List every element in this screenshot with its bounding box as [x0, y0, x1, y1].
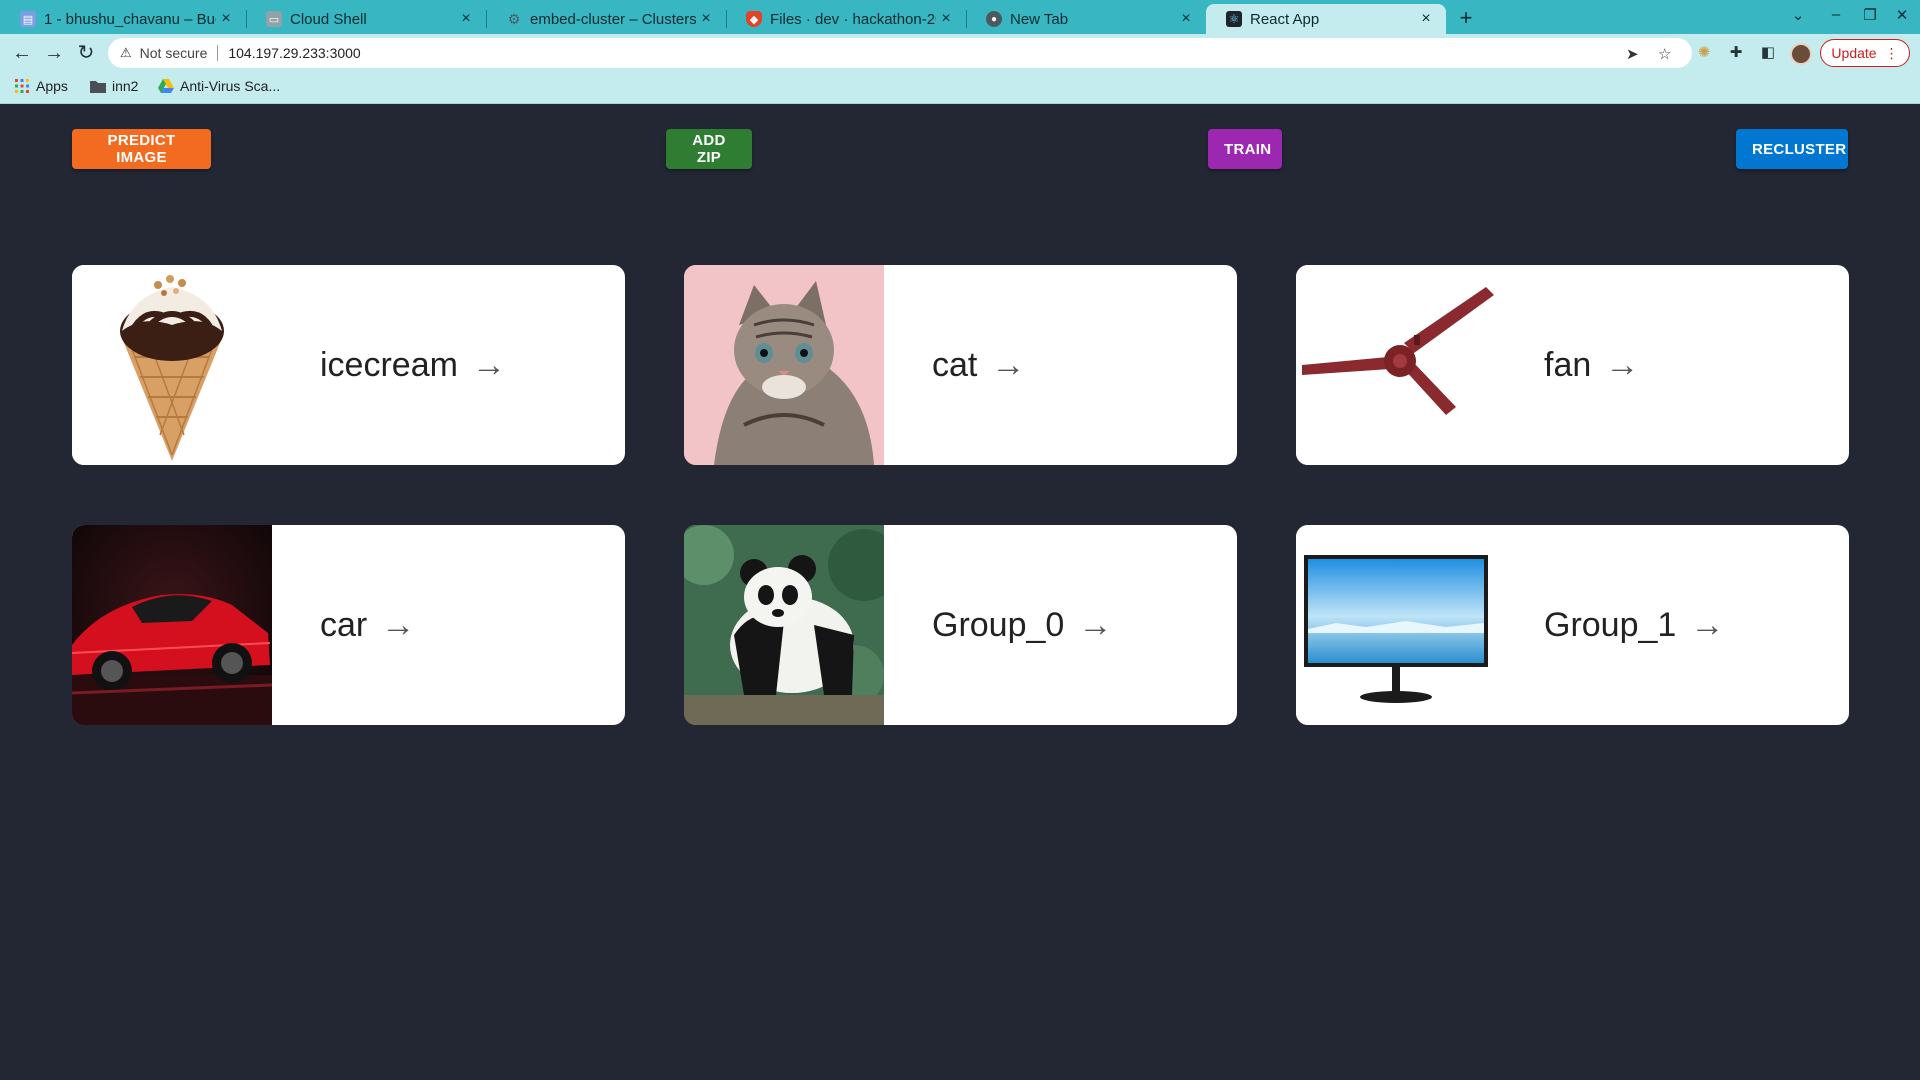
- add-zip-button[interactable]: ADD ZIP: [666, 129, 752, 169]
- tab-cloud-shell[interactable]: ▭ Cloud Shell ×: [246, 4, 486, 34]
- gitlab-icon: ◆: [746, 11, 762, 27]
- cluster-name: fan: [1544, 345, 1592, 384]
- tab-gitlab-files[interactable]: ◆ Files · dev · hackathon-20 ×: [726, 4, 966, 34]
- reload-icon[interactable]: ↻: [74, 41, 98, 65]
- arrow-right-icon: →: [381, 605, 416, 644]
- minimize-icon[interactable]: –: [1822, 6, 1850, 23]
- cluster-card-icecream[interactable]: icecream →: [72, 265, 625, 465]
- close-icon[interactable]: ×: [456, 10, 476, 28]
- browser-tab-strip: ▤ 1 - bhushu_chavanu – Buc × ▭ Cloud She…: [0, 0, 1920, 34]
- cluster-name: Group_0: [932, 605, 1065, 644]
- forward-icon[interactable]: →: [42, 41, 66, 65]
- monitor-image: [1296, 525, 1496, 725]
- train-button[interactable]: TRAIN: [1208, 129, 1282, 169]
- warning-icon[interactable]: ⚠: [120, 45, 132, 61]
- restore-icon[interactable]: ❐: [1856, 6, 1884, 24]
- close-icon[interactable]: ×: [1416, 10, 1436, 28]
- bookmark-label: Apps: [36, 78, 68, 94]
- bookmark-label: Anti-Virus Sca...: [180, 78, 281, 94]
- cluster-label: icecream →: [320, 346, 506, 385]
- icecream-image: [72, 265, 272, 465]
- tab-title: React App: [1250, 10, 1320, 28]
- cluster-name: cat: [932, 345, 978, 384]
- google-drive-icon: [158, 78, 174, 94]
- tab-title: New Tab: [1010, 10, 1069, 28]
- recluster-button[interactable]: RECLUSTER: [1736, 129, 1848, 169]
- update-button[interactable]: Update ⋮: [1820, 39, 1910, 67]
- tab-title: Cloud Shell: [290, 10, 367, 28]
- new-tab-button[interactable]: +: [1452, 4, 1480, 32]
- tab-react-app[interactable]: ⚛ React App ×: [1206, 4, 1446, 34]
- cluster-name: Group_1: [1544, 605, 1677, 644]
- puzzle-icon[interactable]: ✚: [1726, 43, 1746, 63]
- tab-title: Files · dev · hackathon-20: [770, 10, 936, 28]
- folder-icon: [90, 78, 106, 94]
- cluster-card-group-1[interactable]: Group_1 →: [1296, 525, 1849, 725]
- arrow-right-icon: →: [991, 345, 1026, 384]
- cluster-card-fan[interactable]: fan →: [1296, 265, 1849, 465]
- cluster-label: car →: [320, 606, 415, 645]
- close-icon[interactable]: ×: [696, 10, 716, 28]
- document-icon: ▤: [20, 11, 36, 27]
- back-icon[interactable]: ←: [10, 41, 34, 65]
- cat-image: [684, 265, 884, 465]
- window-close-icon[interactable]: ✕: [1888, 6, 1916, 24]
- cluster-label: Group_0 →: [932, 606, 1112, 645]
- tab-title: embed-cluster – Clusters: [530, 10, 696, 28]
- url-divider: [217, 45, 219, 61]
- react-icon: ⚛: [1226, 11, 1242, 27]
- url-text[interactable]: 104.197.29.233:3000: [228, 45, 360, 61]
- tab-embed-cluster[interactable]: ⚙ embed-cluster – Clusters ×: [486, 4, 726, 34]
- bookmarks-bar: Apps inn2 Anti-Virus Sca...: [0, 72, 1920, 104]
- cluster-card-group-0[interactable]: Group_0 →: [684, 525, 1237, 725]
- app-root: PREDICT IMAGE ADD ZIP TRAIN RECLUSTER ic…: [0, 105, 1920, 1080]
- red-car-image: [72, 525, 272, 725]
- ceiling-fan-image: [1296, 265, 1496, 465]
- cluster-label: cat →: [932, 346, 1025, 385]
- close-icon[interactable]: ×: [1176, 10, 1196, 28]
- chrome-icon: ●: [986, 11, 1002, 27]
- bookmark-apps[interactable]: Apps: [14, 78, 68, 94]
- arrow-right-icon: →: [1078, 605, 1113, 644]
- apps-grid-icon: [14, 78, 30, 94]
- arrow-right-icon: →: [1690, 605, 1725, 644]
- cluster-label: fan →: [1544, 346, 1639, 385]
- extension-icon[interactable]: ✺: [1694, 43, 1714, 63]
- cluster-name: icecream: [320, 345, 458, 384]
- tab-search-icon[interactable]: ⌄: [1784, 6, 1812, 24]
- cluster-name: car: [320, 605, 368, 644]
- side-panel-icon[interactable]: ◧: [1758, 43, 1778, 63]
- browser-toolbar: ← → ↻ ⚠ Not secure 104.197.29.233:3000 ➤…: [0, 34, 1920, 72]
- close-icon[interactable]: ×: [216, 10, 236, 28]
- gear-icon: ⚙: [507, 10, 521, 27]
- terminal-icon: ▭: [266, 11, 282, 27]
- predict-image-button[interactable]: PREDICT IMAGE: [72, 129, 211, 169]
- update-label: Update: [1831, 45, 1877, 61]
- bookmark-label: inn2: [112, 78, 139, 94]
- bookmark-star-icon[interactable]: ☆: [1658, 45, 1671, 63]
- tab-title: 1 - bhushu_chavanu – Buc: [44, 10, 216, 28]
- close-icon[interactable]: ×: [936, 10, 956, 28]
- bookmark-antivirus[interactable]: Anti-Virus Sca...: [158, 78, 280, 94]
- cluster-card-car[interactable]: car →: [72, 525, 625, 725]
- cluster-label: Group_1 →: [1544, 606, 1724, 645]
- panda-image: [684, 525, 884, 725]
- send-icon[interactable]: ➤: [1626, 45, 1639, 63]
- address-bar[interactable]: ⚠ Not secure 104.197.29.233:3000 ➤ ☆: [108, 38, 1692, 68]
- security-indicator[interactable]: Not secure: [140, 45, 208, 61]
- tab-bucket[interactable]: ▤ 1 - bhushu_chavanu – Buc ×: [0, 4, 246, 34]
- tab-new-tab[interactable]: ● New Tab ×: [966, 4, 1206, 34]
- bookmark-inn2[interactable]: inn2: [90, 78, 138, 94]
- avatar[interactable]: [1790, 43, 1812, 65]
- arrow-right-icon: →: [1605, 345, 1640, 384]
- more-icon: ⋮: [1884, 44, 1899, 61]
- cluster-card-cat[interactable]: cat →: [684, 265, 1237, 465]
- arrow-right-icon: →: [471, 345, 506, 384]
